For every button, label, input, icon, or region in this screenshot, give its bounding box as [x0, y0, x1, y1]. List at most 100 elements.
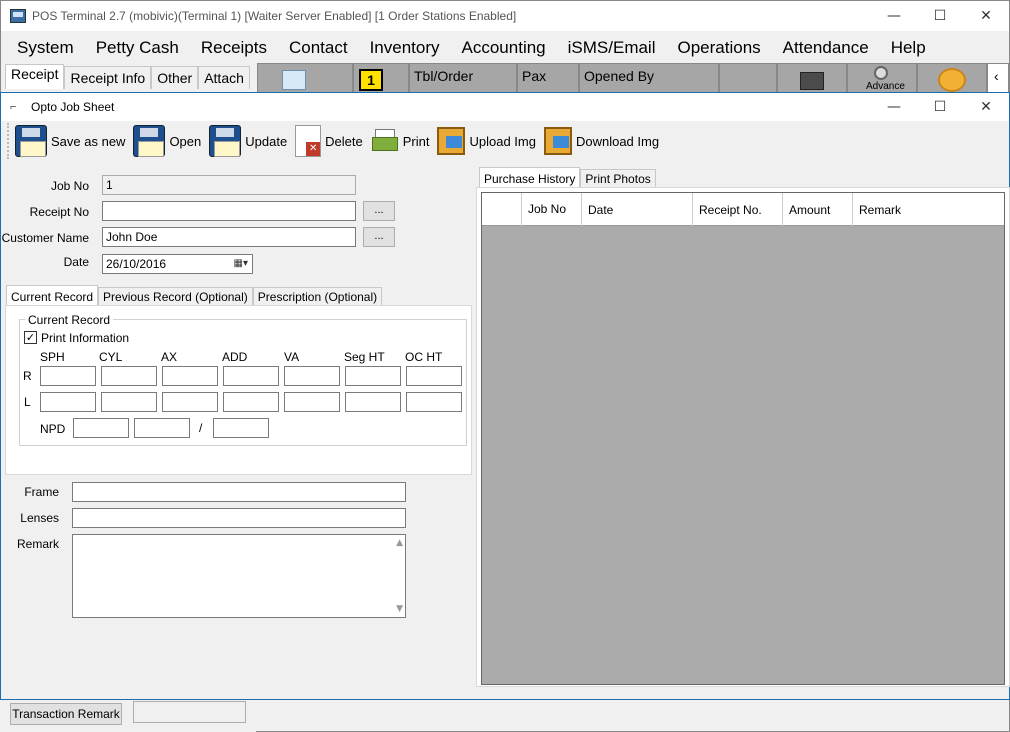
r-cyl-input[interactable]	[101, 366, 157, 386]
menu-petty-cash[interactable]: Petty Cash	[85, 38, 190, 58]
col-ax: AX	[161, 350, 178, 364]
tab-attach[interactable]: Attach	[198, 66, 250, 89]
delete-document-icon	[295, 125, 322, 157]
col-amount[interactable]: Amount	[783, 193, 853, 226]
customer-browse-button[interactable]: ...	[363, 227, 395, 247]
menu-operations[interactable]: Operations	[667, 38, 772, 58]
advance-button[interactable]: Advance	[847, 63, 917, 93]
customer-name-field[interactable]: John Doe	[102, 227, 356, 247]
menu-inventory[interactable]: Inventory	[359, 38, 451, 58]
l-va-input[interactable]	[284, 392, 340, 412]
col-receipt-no[interactable]: Receipt No.	[693, 193, 783, 226]
l-seg-ht-input[interactable]	[345, 392, 401, 412]
menu-bar: System Petty Cash Receipts Contact Inven…	[1, 34, 937, 62]
l-sph-input[interactable]	[40, 392, 96, 412]
npd-input-3[interactable]	[213, 418, 269, 438]
r-add-input[interactable]	[223, 366, 279, 386]
receipt-browse-button[interactable]: ...	[363, 201, 395, 221]
print-label: Print	[402, 133, 430, 149]
glasses-icon: ⌐	[10, 101, 17, 113]
date-picker[interactable]: 26/10/2016 ▦▾	[102, 254, 253, 274]
grid-row-header[interactable]	[482, 193, 522, 226]
print-information-checkbox[interactable]: ✓	[24, 331, 37, 344]
print-button[interactable]: Print	[371, 125, 430, 157]
table-button[interactable]	[257, 63, 353, 93]
r-va-input[interactable]	[284, 366, 340, 386]
settings-button[interactable]	[917, 63, 987, 93]
col-job-no[interactable]: Job No	[522, 193, 582, 226]
col-seg-ht: Seg HT	[344, 350, 385, 364]
transaction-remark-field[interactable]	[133, 701, 246, 723]
current-record-group: Current Record ✓ Print Information SPH C…	[19, 313, 467, 446]
scroll-up-icon[interactable]: ▲	[396, 538, 403, 548]
calendar-dropdown-icon[interactable]: ▦▾	[234, 258, 248, 269]
wallet-button[interactable]	[777, 63, 847, 93]
col-remark[interactable]: Remark	[853, 193, 1004, 226]
lenses-input[interactable]	[72, 508, 406, 528]
tab-receipt[interactable]: Receipt	[5, 64, 65, 89]
menu-receipts[interactable]: Receipts	[190, 38, 278, 58]
menu-contact[interactable]: Contact	[278, 38, 359, 58]
transaction-remark-button[interactable]: Transaction Remark	[10, 703, 122, 725]
col-oc-ht: OC HT	[405, 350, 443, 364]
remark-textarea[interactable]: ▲ ▼	[72, 534, 406, 618]
maximize-button[interactable]: ☐	[917, 1, 963, 31]
tab-receipt-info[interactable]: Receipt Info	[64, 66, 152, 89]
floppy-open-icon	[133, 125, 166, 157]
lenses-label: Lenses	[20, 511, 59, 525]
save-as-new-button[interactable]: Save as new	[15, 125, 125, 157]
dialog-window-controls: — ☐ ✕	[871, 93, 1009, 121]
l-ax-input[interactable]	[162, 392, 218, 412]
dialog-maximize-button[interactable]: ☐	[917, 93, 963, 121]
tab-other[interactable]: Other	[151, 66, 199, 89]
current-record-panel: Current Record ✓ Print Information SPH C…	[5, 305, 472, 475]
history-tabs: Purchase History Print Photos	[479, 167, 656, 188]
scroll-toolbar-button[interactable]: ‹	[987, 63, 1009, 93]
open-button[interactable]: Open	[133, 125, 201, 157]
upload-img-button[interactable]: Upload Img	[437, 127, 536, 155]
update-button[interactable]: Update	[209, 125, 287, 157]
r-oc-ht-input[interactable]	[406, 366, 462, 386]
minimize-button[interactable]: —	[871, 1, 917, 31]
npd-input-1[interactable]	[73, 418, 129, 438]
table-icon	[282, 70, 306, 90]
tab-previous-record[interactable]: Previous Record (Optional)	[98, 287, 253, 306]
receipt-no-field[interactable]	[102, 201, 356, 221]
delete-button[interactable]: Delete	[295, 125, 363, 157]
dialog-close-button[interactable]: ✕	[963, 93, 1009, 121]
r-ax-input[interactable]	[162, 366, 218, 386]
dialog-minimize-button[interactable]: —	[871, 93, 917, 121]
l-add-input[interactable]	[223, 392, 279, 412]
download-img-button[interactable]: Download Img	[543, 127, 659, 155]
opened-by-field[interactable]: Opened By	[579, 63, 719, 93]
tab-print-photos[interactable]: Print Photos	[580, 169, 656, 188]
customer-name-label: Customer Name	[1, 231, 89, 245]
menu-accounting[interactable]: Accounting	[451, 38, 557, 58]
col-date[interactable]: Date	[582, 193, 693, 226]
close-button[interactable]: ✕	[963, 1, 1009, 31]
purchase-history-grid[interactable]: Job No Date Receipt No. Amount Remark	[481, 192, 1005, 685]
l-oc-ht-input[interactable]	[406, 392, 462, 412]
blank-button[interactable]	[719, 63, 777, 93]
tab-purchase-history[interactable]: Purchase History	[479, 167, 581, 188]
frame-input[interactable]	[72, 482, 406, 502]
scroll-down-icon[interactable]: ▼	[396, 604, 403, 614]
menu-attendance[interactable]: Attendance	[772, 38, 880, 58]
tab-current-record[interactable]: Current Record	[6, 285, 99, 306]
npd-input-2[interactable]	[134, 418, 190, 438]
col-va: VA	[284, 350, 300, 364]
npd-separator: /	[199, 421, 203, 435]
r-seg-ht-input[interactable]	[345, 366, 401, 386]
date-label: Date	[63, 255, 89, 269]
l-cyl-input[interactable]	[101, 392, 157, 412]
r-sph-input[interactable]	[40, 366, 96, 386]
advance-label: Advance	[866, 81, 905, 92]
menu-system[interactable]: System	[1, 38, 85, 58]
main-titlebar: POS Terminal 2.7 (mobivic)(Terminal 1) […	[1, 1, 1009, 31]
pax-field[interactable]: Pax	[517, 63, 579, 93]
menu-help[interactable]: Help	[880, 38, 937, 58]
grid-header: Job No Date Receipt No. Amount Remark	[482, 193, 1004, 226]
menu-isms-email[interactable]: iSMS/Email	[557, 38, 667, 58]
tbl-order-field[interactable]: Tbl/Order	[409, 63, 517, 93]
tab-prescription[interactable]: Prescription (Optional)	[252, 287, 383, 306]
